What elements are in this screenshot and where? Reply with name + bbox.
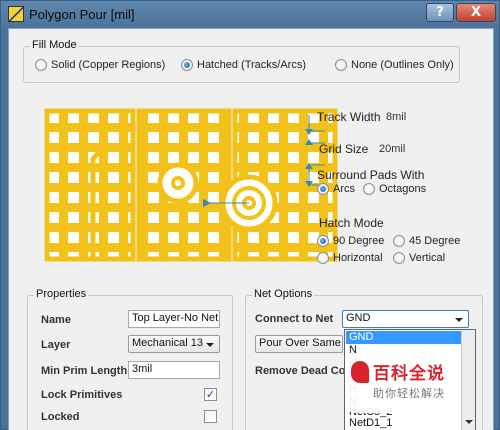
connect-to-net-select[interactable]: GND bbox=[342, 310, 469, 328]
layer-select-value: Mechanical 13 bbox=[132, 337, 203, 349]
hatch-45-radio[interactable]: 45 Degree bbox=[393, 235, 460, 247]
properties-label: Properties bbox=[34, 288, 89, 300]
surround-pads-label: Surround Pads With bbox=[317, 168, 425, 182]
track-width-label: Track Width bbox=[317, 110, 381, 124]
remove-dead-copper-label: Remove Dead Co bbox=[255, 365, 346, 377]
hatch-90-radio[interactable]: 90 Degree bbox=[317, 235, 384, 247]
pour-over-select[interactable]: Pour Over Same Ne bbox=[255, 335, 343, 353]
window-title: Polygon Pour [mil] bbox=[29, 7, 135, 22]
layer-label: Layer bbox=[41, 339, 71, 351]
scroll-down-arrow-icon[interactable] bbox=[465, 420, 473, 424]
grid-size-label: Grid Size bbox=[319, 142, 369, 156]
close-button[interactable]: X bbox=[456, 3, 496, 22]
radio-label: Octagons bbox=[379, 183, 427, 195]
help-button[interactable]: ? bbox=[426, 3, 454, 22]
radio-label: Solid (Copper Regions) bbox=[51, 59, 166, 71]
net-options-label: Net Options bbox=[252, 288, 315, 300]
fill-hatched-radio[interactable]: Hatched (Tracks/Arcs) bbox=[181, 59, 306, 71]
grid-size-value: 20mil bbox=[379, 143, 406, 155]
radio-circle bbox=[363, 183, 375, 195]
connect-to-net-value: GND bbox=[346, 312, 371, 324]
watermark-overlay: 百科全说 助你轻松解决 bbox=[349, 355, 461, 413]
radio-label: Vertical bbox=[409, 252, 446, 264]
chevron-down-icon bbox=[455, 318, 463, 322]
radio-label: Hatched (Tracks/Arcs) bbox=[197, 59, 307, 71]
hatch-vertical-radio[interactable]: Vertical bbox=[393, 252, 445, 264]
track-width-value: 8mil bbox=[386, 111, 407, 123]
fill-solid-radio[interactable]: Solid (Copper Regions) bbox=[35, 59, 165, 71]
min-prim-length-label: Min Prim Length bbox=[41, 365, 128, 377]
radio-label: 90 Degree bbox=[333, 235, 385, 247]
locked-checkbox[interactable] bbox=[204, 410, 217, 423]
radio-label: Horizontal bbox=[333, 252, 383, 264]
lock-primitives-checkbox[interactable]: ✓ bbox=[204, 388, 217, 401]
min-prim-length-input[interactable]: 3mil bbox=[128, 361, 220, 379]
radio-label: Arcs bbox=[333, 183, 355, 195]
radio-circle bbox=[317, 252, 329, 264]
connect-to-net-label: Connect to Net bbox=[255, 313, 334, 325]
radio-circle bbox=[317, 183, 329, 195]
app-icon bbox=[8, 6, 24, 22]
dropdown-option[interactable]: GND bbox=[346, 331, 462, 344]
hatch-mode-label: Hatch Mode bbox=[319, 216, 384, 230]
radio-circle bbox=[317, 235, 329, 247]
radio-circle bbox=[35, 59, 47, 71]
radio-circle bbox=[181, 59, 193, 71]
fill-none-radio[interactable]: None (Outlines Only) bbox=[335, 59, 454, 71]
layer-select[interactable]: Mechanical 13 bbox=[128, 335, 220, 353]
name-label: Name bbox=[41, 314, 71, 326]
surround-octagons-radio[interactable]: Octagons bbox=[363, 183, 426, 195]
watermark-logo-icon bbox=[351, 361, 369, 383]
dialog-client-area: Fill Mode Solid (Copper Regions) Hatched… bbox=[8, 28, 494, 430]
radio-circle bbox=[393, 252, 405, 264]
name-input[interactable]: Top Layer-No Net bbox=[128, 310, 220, 328]
watermark-subtitle: 助你轻松解决 bbox=[373, 387, 445, 400]
pour-over-value: Pour Over Same Ne bbox=[259, 337, 342, 349]
locked-label: Locked bbox=[41, 411, 80, 423]
chevron-down-icon bbox=[206, 343, 214, 347]
dropdown-option[interactable]: NetD1_1 bbox=[346, 417, 462, 430]
radio-label: 45 Degree bbox=[409, 235, 461, 247]
dropdown-scrollbar[interactable] bbox=[461, 330, 475, 430]
lock-primitives-label: Lock Primitives bbox=[41, 389, 123, 401]
radio-label: None (Outlines Only) bbox=[351, 59, 454, 71]
fill-mode-label: Fill Mode bbox=[30, 39, 79, 51]
watermark-title: 百科全说 bbox=[373, 364, 445, 384]
title-bar[interactable]: Polygon Pour [mil] ? X bbox=[1, 1, 500, 29]
polygon-pour-dialog: Polygon Pour [mil] ? X Fill Mode Solid (… bbox=[0, 0, 500, 430]
hatch-preview-image bbox=[44, 108, 338, 262]
hatch-horizontal-radio[interactable]: Horizontal bbox=[317, 252, 383, 264]
radio-circle bbox=[335, 59, 347, 71]
surround-arcs-radio[interactable]: Arcs bbox=[317, 183, 355, 195]
radio-circle bbox=[393, 235, 405, 247]
